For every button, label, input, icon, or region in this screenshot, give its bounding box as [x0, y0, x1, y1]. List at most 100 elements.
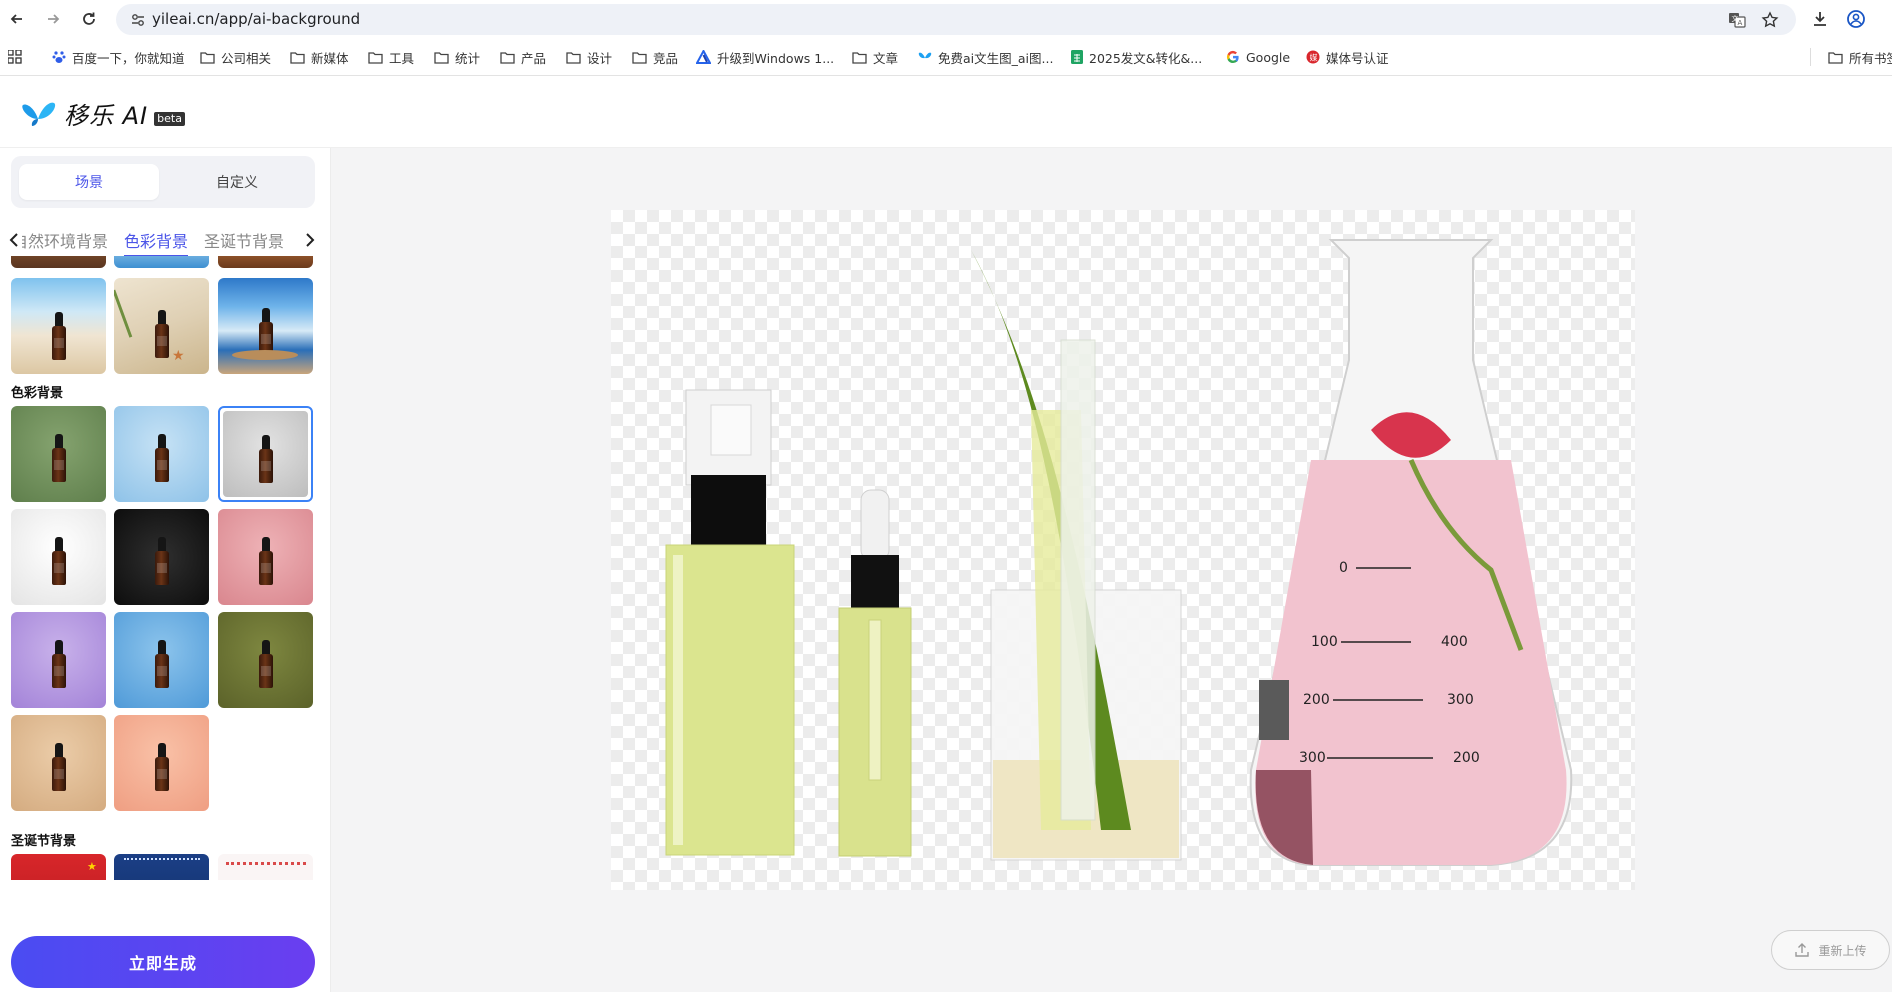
- weibo-icon: 媒: [1306, 50, 1320, 64]
- address-bar[interactable]: yileai.cn/app/ai-background 文A: [116, 4, 1796, 35]
- bookmark-google[interactable]: Google: [1226, 48, 1290, 66]
- download-icon[interactable]: [1810, 9, 1830, 29]
- thumb-beach-sand-sea[interactable]: [11, 278, 106, 374]
- thumb-color-olive[interactable]: [218, 612, 313, 708]
- thumb-color-light-gray[interactable]: [218, 406, 313, 502]
- bookmark-folder-newmedia[interactable]: 新媒体: [290, 48, 349, 66]
- star-icon[interactable]: [1761, 11, 1779, 29]
- category-tab-nature[interactable]: 自然环境背景: [22, 228, 108, 256]
- svg-text:媒: 媒: [1310, 54, 1318, 63]
- thumb-christmas-blue[interactable]: [114, 854, 209, 880]
- folder-icon: [290, 51, 305, 64]
- thumb-palm-leaf-starfish[interactable]: ★: [114, 278, 209, 374]
- beaker-image: [971, 250, 1182, 861]
- arrow-left-icon: [10, 14, 22, 24]
- thumb-color-black[interactable]: [114, 509, 209, 605]
- bookmark-baidu[interactable]: 百度一下，你就知道: [52, 48, 185, 66]
- thumb-christmas-red[interactable]: ★: [11, 854, 106, 880]
- folder-icon: [632, 51, 647, 64]
- app-logo[interactable]: 移乐 AI beta: [22, 96, 185, 131]
- bookmark-folder-articles[interactable]: 文章: [852, 48, 898, 66]
- thumb-color-pink[interactable]: [218, 509, 313, 605]
- thumb-color-sky-blue[interactable]: [114, 612, 209, 708]
- tab-scene[interactable]: 场景: [19, 164, 159, 200]
- mode-segmented-control: 场景 自定义: [11, 156, 315, 208]
- baidu-paw-icon: [52, 51, 66, 63]
- product-image: 0 100 400 200 300 300 200: [665, 239, 1573, 866]
- forward-button[interactable]: [42, 8, 64, 30]
- reupload-label: 重新上传: [1818, 943, 1867, 958]
- folder-icon: [368, 51, 383, 64]
- thumb-color-green[interactable]: [11, 406, 106, 502]
- thumb-christmas-white[interactable]: [218, 854, 313, 880]
- chevron-right-icon[interactable]: [300, 231, 318, 249]
- svg-text:100: 100: [1311, 634, 1338, 650]
- svg-text:200: 200: [1453, 750, 1480, 766]
- folder-icon: [1828, 51, 1843, 64]
- svg-text:400: 400: [1441, 634, 1468, 650]
- reload-icon: [83, 12, 95, 25]
- profile-icon[interactable]: [1846, 9, 1866, 29]
- folder-icon: [434, 51, 449, 64]
- category-scroll: 自然环境背景 色彩背景 圣诞节背景: [22, 224, 310, 256]
- sidebar: 场景 自定义 自然环境背景 色彩背景 圣诞节背景 ★ 色彩背景: [0, 148, 331, 992]
- app-header: 移乐 AI beta: [0, 76, 1892, 148]
- bookmark-2025-sheet[interactable]: 2025发文&转化&...: [1071, 48, 1202, 66]
- bookmark-all-bookmarks[interactable]: 所有书签: [1828, 48, 1892, 66]
- apps-grid-icon[interactable]: [8, 50, 22, 64]
- folder-icon: [200, 51, 215, 64]
- reload-button[interactable]: [78, 8, 100, 30]
- bookmark-folder-product[interactable]: 产品: [500, 48, 546, 66]
- bookmark-folder-tools[interactable]: 工具: [368, 48, 414, 66]
- butterfly-logo-icon: [22, 102, 56, 126]
- upload-icon: [1795, 943, 1810, 957]
- folder-icon: [566, 51, 581, 64]
- app-name: 移乐 AI: [64, 102, 149, 130]
- category-tab-color[interactable]: 色彩背景: [124, 228, 189, 256]
- flask-image: 0 100 400 200 300 300 200: [1249, 239, 1573, 866]
- folder-icon: [852, 51, 867, 64]
- pump-bottle-image: [665, 389, 795, 856]
- thumb-leaf-on-wood[interactable]: [11, 256, 106, 268]
- svg-text:200: 200: [1303, 692, 1330, 708]
- background-grid: ★ 色彩背景 圣诞节背景 ★: [11, 256, 315, 880]
- bookmarks-bar: 百度一下，你就知道 公司相关 新媒体 工具 统计 产品 设计 竞品 升级到Win…: [0, 38, 1892, 76]
- bookmark-folder-design[interactable]: 设计: [566, 48, 612, 66]
- sheet-icon: [1071, 50, 1083, 64]
- triangle-logo-icon: [696, 50, 711, 64]
- back-button[interactable]: [6, 8, 28, 30]
- thumb-blue-water-splash[interactable]: [114, 256, 209, 268]
- tab-custom[interactable]: 自定义: [167, 164, 307, 200]
- thumb-color-white[interactable]: [11, 509, 106, 605]
- category-tabs: 自然环境背景 色彩背景 圣诞节背景: [0, 224, 330, 256]
- bookmark-folder-company[interactable]: 公司相关: [200, 48, 271, 66]
- bookmark-folder-competitors[interactable]: 竞品: [632, 48, 678, 66]
- svg-text:300: 300: [1447, 692, 1474, 708]
- beta-badge: beta: [154, 111, 185, 126]
- translate-icon[interactable]: 文A: [1728, 11, 1746, 29]
- svg-text:A: A: [1738, 19, 1743, 27]
- dropper-bottle-image: [838, 489, 912, 857]
- bookmark-ai-image[interactable]: 免费ai文生图_ai图...: [918, 48, 1053, 66]
- bookmark-media-verify[interactable]: 媒 媒体号认证: [1306, 48, 1389, 66]
- thumb-color-lavender[interactable]: [11, 612, 106, 708]
- preview-image: 0 100 400 200 300 300 200: [611, 210, 1635, 890]
- site-settings-icon[interactable]: [130, 12, 146, 28]
- google-icon: [1226, 50, 1239, 64]
- thumb-color-light-blue[interactable]: [114, 406, 209, 502]
- category-tab-christmas[interactable]: 圣诞节背景: [204, 228, 284, 256]
- generate-button[interactable]: 立即生成: [11, 936, 315, 988]
- butterfly-icon: [918, 52, 932, 63]
- arrow-right-icon: [48, 14, 60, 24]
- thumb-wood-tabletop[interactable]: [218, 256, 313, 268]
- reupload-button[interactable]: 重新上传: [1771, 930, 1890, 970]
- svg-text:0: 0: [1339, 560, 1348, 576]
- bookmark-folder-stats[interactable]: 统计: [434, 48, 480, 66]
- thumb-color-tan[interactable]: [11, 715, 106, 811]
- folder-icon: [500, 51, 515, 64]
- url-text[interactable]: yileai.cn/app/ai-background: [152, 10, 360, 28]
- main-canvas: 0 100 400 200 300 300 200 重新上传: [331, 148, 1892, 992]
- thumb-color-peach[interactable]: [114, 715, 209, 811]
- bookmark-windows-upgrade[interactable]: 升级到Windows 1...: [696, 48, 834, 66]
- thumb-ocean-tray-shell[interactable]: [218, 278, 313, 374]
